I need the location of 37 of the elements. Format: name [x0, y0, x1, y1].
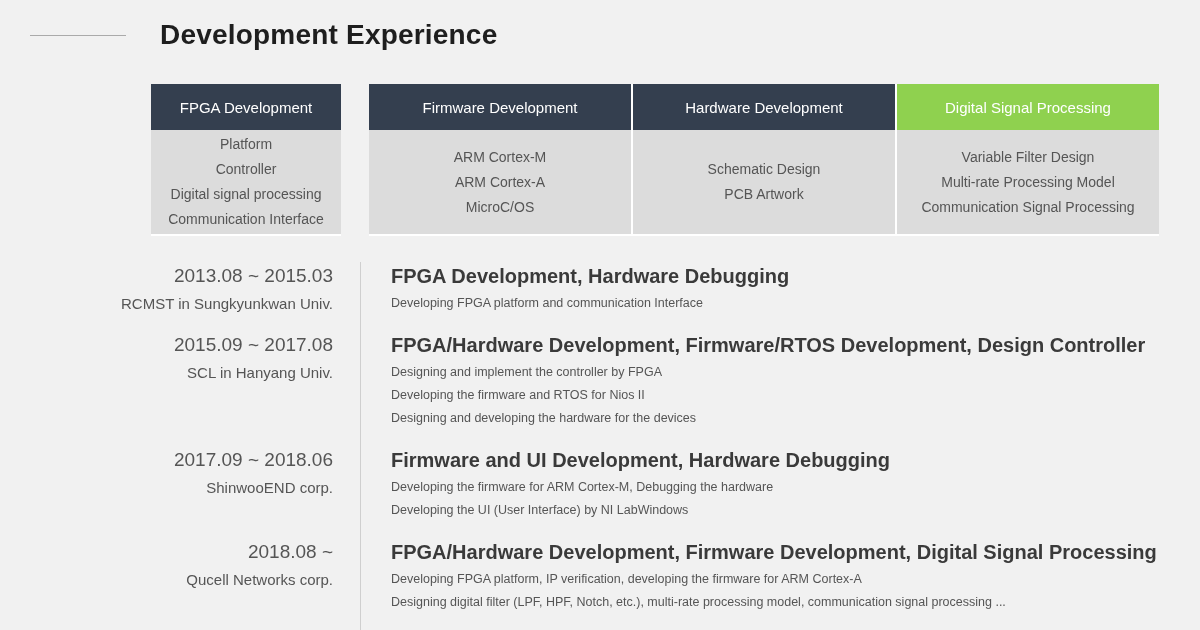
job-title: FPGA Development, Hardware Debugging [391, 264, 790, 289]
skill-item: MicroC/OS [465, 197, 535, 217]
skill-item: ARM Cortex-A [454, 172, 546, 192]
job-title: Firmware and UI Development, Hardware Debugging [391, 448, 890, 473]
organization-text: SCL in Hanyang Univ. [187, 364, 333, 381]
column-header: Digital Signal Processing [897, 84, 1159, 130]
period-text: 2017.09 ~ 2018.06 [174, 448, 333, 472]
job-title: FPGA/Hardware Development, Firmware Development, Digital Signal Processing [391, 540, 1157, 565]
organization-text: Qucell Networks corp. [186, 571, 333, 588]
job-detail: Developing the firmware for ARM Cortex-M, Debugging the hardware [391, 479, 774, 496]
skill-item: Digital signal processing [170, 185, 322, 204]
column-header: Firmware Development [369, 84, 631, 130]
period-text: 2013.08 ~ 2015.03 [174, 264, 333, 288]
skill-item: ARM Cortex-M [453, 147, 547, 167]
period-text: 2015.09 ~ 2017.08 [174, 333, 333, 357]
job-detail: Developing the UI (User Interface) by NI LabWindows [391, 502, 689, 519]
job-detail: Developing FPGA platform and communication Interface [391, 295, 703, 312]
job-detail: Developing the firmware and RTOS for Nios II [391, 387, 645, 404]
skill-item: Communication Interface [168, 210, 324, 229]
skill-item: Controller [215, 160, 277, 179]
job-detail: Designing digital filter (LPF, HPF, Notch, etc.), multi-rate processing model, communication signal processing ... [391, 594, 1006, 611]
skill-item: Variable Filter Design [961, 147, 1095, 167]
job-detail: Designing and developing the hardware for the devices [391, 410, 697, 427]
skill-item: Communication Signal Processing [921, 197, 1135, 217]
job-title: FPGA/Hardware Development, Firmware/RTOS Development, Design Controller [391, 333, 1146, 358]
column-header: Hardware Development [633, 84, 895, 130]
page-heading: Development Experience [160, 19, 498, 51]
skill-item: Schematic Design [707, 160, 821, 179]
column-header: FPGA Development [151, 84, 341, 130]
job-detail: Designing and implement the controller by FPGA [391, 364, 662, 381]
skill-item: Platform [219, 135, 273, 154]
period-text: 2018.08 ~ [247, 540, 333, 564]
skill-item: Multi-rate Processing Model [941, 172, 1115, 192]
organization-text: ShinwooEND corp. [206, 479, 333, 496]
job-detail: Developing FPGA platform, IP verification, developing the firmware for ARM Cortex-A [391, 571, 862, 588]
organization-text: RCMST in Sungkyunkwan Univ. [120, 295, 333, 312]
skill-item: PCB Artwork [724, 185, 804, 204]
